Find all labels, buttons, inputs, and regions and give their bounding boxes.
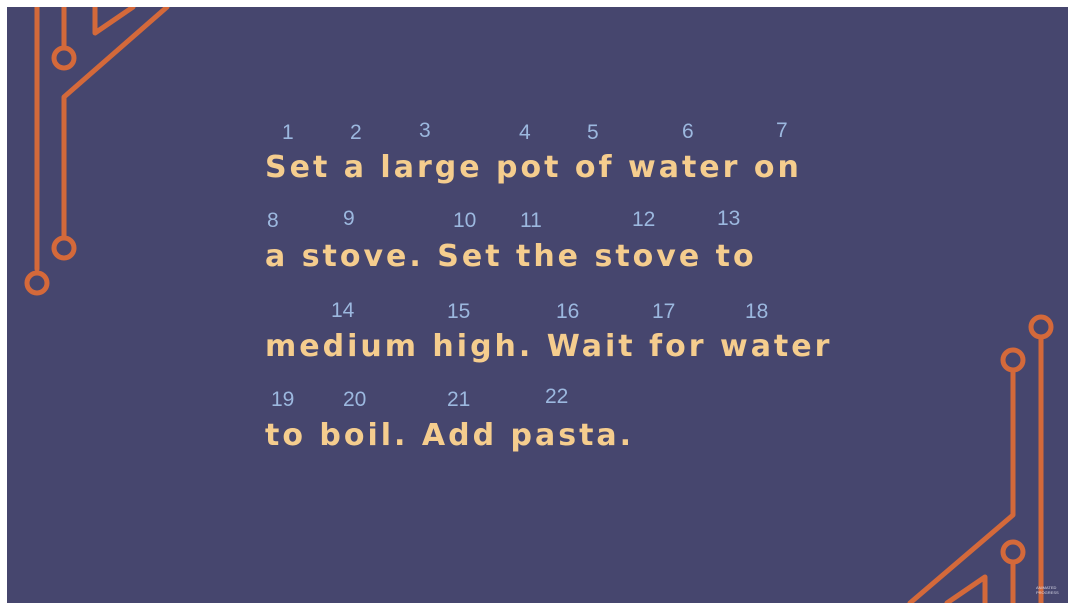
word-number: 19: [271, 388, 295, 411]
sentence-line: to boil. Add pasta.: [265, 418, 635, 453]
circuit-decoration: [24, 7, 1054, 603]
sentence-line: Set a large pot of water on: [265, 150, 802, 185]
word-number: 20: [343, 388, 367, 411]
sentence-line: a stove. Set the stove to: [265, 239, 757, 274]
logo-line: PROGRESS: [1036, 590, 1059, 595]
word-number: 12: [632, 208, 656, 231]
word-number: 22: [545, 385, 569, 408]
word-number: 13: [717, 207, 741, 230]
word-number: 3: [419, 119, 431, 142]
bottom-right-circuit: [907, 314, 1054, 603]
word-number: 1: [282, 121, 294, 144]
word-number: 18: [745, 300, 769, 323]
word-number: 16: [556, 300, 580, 323]
word-number: 10: [453, 209, 477, 232]
word-number: 11: [520, 209, 542, 232]
word-number: 14: [331, 299, 355, 322]
word-number: 9: [343, 207, 355, 230]
word-number: 6: [682, 120, 694, 143]
slide: 1 2 3 4 5 6 7 Set a large pot of water o…: [7, 7, 1068, 603]
word-number: 15: [447, 300, 471, 323]
top-left-circuit: [24, 7, 170, 296]
animated-progress-logo: ANIMATED PROGRESS: [1036, 585, 1064, 595]
word-number: 7: [776, 119, 788, 142]
word-number: 2: [350, 121, 362, 144]
word-number: 8: [267, 209, 279, 232]
sentence-line: medium high. Wait for water: [265, 329, 833, 364]
word-number: 4: [519, 121, 531, 144]
word-number: 5: [587, 121, 599, 144]
word-number: 17: [652, 300, 676, 323]
word-number: 21: [447, 388, 471, 411]
